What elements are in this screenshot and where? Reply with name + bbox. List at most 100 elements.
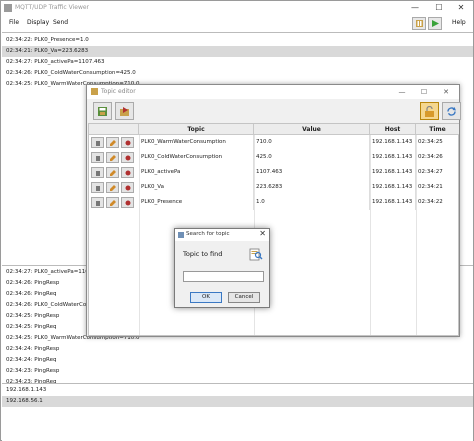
close-button[interactable]: ✕ [449, 2, 473, 14]
cell-topic: PLK0_Va [139, 180, 254, 195]
edit-row-button[interactable] [106, 197, 119, 208]
edit-row-button[interactable] [106, 182, 119, 193]
window-title: MQTT/UDP Traffic Viewer [15, 4, 90, 11]
topic-editor-window: Topic editor — ☐ ✕ Topic Value Host Time [86, 84, 461, 337]
editor-title: Topic editor [101, 88, 136, 95]
log-item[interactable]: 02:34:24: PingResp [2, 344, 473, 355]
log-item[interactable]: 02:34:24: PingReq [2, 355, 473, 366]
refresh-button[interactable] [442, 102, 461, 120]
send-icon [125, 185, 131, 191]
minimize-button[interactable]: — [403, 2, 427, 14]
pencil-icon [110, 200, 116, 206]
editor-close-button[interactable]: ✕ [435, 86, 457, 98]
header-value[interactable]: Value [254, 124, 370, 135]
delete-row-button[interactable] [91, 152, 104, 163]
table-row[interactable]: PLK0_Presence 1.0 192.168.1.143 02:34:22 [89, 195, 458, 210]
header-host[interactable]: Host [370, 124, 416, 135]
host-item[interactable]: 192.168.56.1 [2, 396, 473, 407]
document-save-icon [98, 107, 107, 116]
header-time[interactable]: Time [416, 124, 459, 135]
dialog-app-icon [178, 232, 184, 238]
delete-row-button[interactable] [91, 167, 104, 178]
dialog-close-button[interactable]: ✕ [259, 229, 266, 238]
load-topics-button[interactable] [115, 102, 134, 120]
pencil-icon [110, 155, 116, 161]
send-icon [125, 200, 131, 206]
cell-time: 02:34:26 [418, 154, 443, 160]
refresh-icon [447, 107, 456, 116]
table-row[interactable]: PLK0_ColdWaterConsumption 425.0 192.168.… [89, 150, 458, 165]
cell-topic: PLK0_Presence [139, 195, 254, 210]
play-icon [432, 20, 439, 27]
app-icon [4, 4, 12, 12]
edit-row-button[interactable] [106, 137, 119, 148]
trash-icon [96, 171, 100, 176]
header-actions [89, 124, 139, 135]
pencil-icon [110, 185, 116, 191]
send-icon [125, 170, 131, 176]
trash-icon [96, 186, 100, 191]
cell-topic: PLK0_ColdWaterConsumption [139, 150, 254, 165]
host-list[interactable]: 192.168.1.143 192.168.56.1 [2, 383, 473, 441]
log-item[interactable]: 02:34:27: PLK0_activePa=1107.463 [2, 57, 473, 68]
delete-row-button[interactable] [91, 197, 104, 208]
table-row[interactable]: PLK0_WarmWaterConsumption 710.0 192.168.… [89, 135, 458, 150]
menu-file[interactable]: File [9, 19, 19, 26]
log-item[interactable]: 02:34:23: PingResp [2, 366, 473, 377]
topic-search-input[interactable] [183, 271, 264, 282]
cell-value: 1107.463 [254, 165, 370, 180]
editor-app-icon [91, 88, 98, 95]
table-row[interactable]: PLK0_Va 223.6283 192.168.1.143 02:34:21 [89, 180, 458, 195]
trash-icon [96, 201, 100, 206]
topic-table: Topic Value Host Time PLK0_WarmWaterCons… [88, 123, 459, 336]
header-topic[interactable]: Topic [139, 124, 254, 135]
host-item[interactable]: 192.168.1.143 [2, 385, 473, 396]
editor-maximize-button[interactable]: ☐ [413, 86, 435, 98]
cell-topic: PLK0_WarmWaterConsumption [139, 135, 254, 150]
editor-minimize-button[interactable]: — [391, 86, 413, 98]
menu-help[interactable]: Help [452, 19, 466, 26]
dialog-title-bar: Search for topic ✕ [175, 229, 269, 241]
edit-row-button[interactable] [106, 167, 119, 178]
cancel-button[interactable]: Cancel [228, 292, 260, 303]
table-row[interactable]: PLK0_activePa 1107.463 192.168.1.143 02:… [89, 165, 458, 180]
play-button[interactable] [428, 17, 442, 30]
maximize-button[interactable]: ☐ [427, 2, 451, 14]
cell-host: 192.168.1.143 [370, 150, 416, 165]
log-item[interactable]: 02:34:21: PLK0_Va=223.6283 [2, 46, 473, 57]
menu-display[interactable]: Display [27, 19, 49, 26]
editor-title-bar: Topic editor — ☐ ✕ [87, 85, 459, 99]
log-item[interactable]: 02:34:26: PLK0_ColdWaterConsumption=425.… [2, 68, 473, 79]
ok-button[interactable]: OK [190, 292, 222, 303]
send-row-button[interactable] [121, 137, 134, 148]
cell-host: 192.168.1.143 [370, 195, 416, 210]
lock-button[interactable] [420, 102, 439, 120]
pencil-icon [110, 140, 116, 146]
send-row-button[interactable] [121, 197, 134, 208]
send-row-button[interactable] [121, 182, 134, 193]
search-topic-dialog: Search for topic ✕ Topic to find OK Canc… [174, 228, 270, 308]
save-topics-button[interactable] [93, 102, 112, 120]
search-document-icon [249, 248, 263, 261]
menu-send[interactable]: Send [53, 19, 68, 26]
edit-row-button[interactable] [106, 152, 119, 163]
delete-row-button[interactable] [91, 137, 104, 148]
log-item[interactable]: 02:34:22: PLK0_Presence=1.0 [2, 35, 473, 46]
cell-time: 02:34:25 [418, 139, 443, 145]
cell-value: 710.0 [254, 135, 370, 150]
cell-time: 02:34:22 [418, 199, 443, 205]
cell-host: 192.168.1.143 [370, 165, 416, 180]
cell-topic: PLK0_activePa [139, 165, 254, 180]
send-row-button[interactable] [121, 167, 134, 178]
dialog-title: Search for topic [186, 231, 230, 237]
document-open-icon [120, 107, 129, 116]
pause-button[interactable] [412, 17, 426, 30]
pause-icon [416, 20, 423, 27]
send-row-button[interactable] [121, 152, 134, 163]
delete-row-button[interactable] [91, 182, 104, 193]
cell-value: 1.0 [254, 195, 370, 210]
trash-icon [96, 156, 100, 161]
cell-value: 425.0 [254, 150, 370, 165]
lock-icon [425, 106, 434, 117]
cell-host: 192.168.1.143 [370, 180, 416, 195]
